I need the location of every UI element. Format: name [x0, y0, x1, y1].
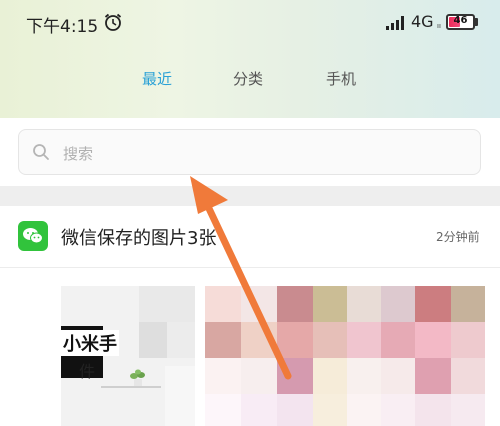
thumbnail-caption-2: 件 [79, 362, 96, 381]
battery-icon: 46 [446, 14, 475, 30]
thumbnail-grid: 小米手 件 [0, 268, 500, 426]
recent-item-title: 微信保存的图片3张 [61, 228, 217, 249]
section-divider [0, 186, 500, 206]
thumbnail-caption: 小米手 [61, 330, 119, 356]
battery-tip [475, 18, 478, 26]
wechat-icon [18, 221, 48, 251]
thumbnail-image-2[interactable] [205, 286, 485, 426]
recent-item-row[interactable]: 微信保存的图片3张 2分钟前 [0, 206, 500, 268]
status-bar: 下午4:15 4G ıı 46 [0, 0, 500, 46]
signal-bars-icon [386, 16, 404, 30]
network-type: 4G [411, 12, 434, 31]
tab-recent[interactable]: 最近 [142, 68, 172, 89]
search-icon [33, 144, 49, 160]
thumbnail-image-1[interactable]: 小米手 件 [61, 286, 195, 426]
alarm-clock-icon [104, 13, 122, 31]
status-time: 下午4:15 [26, 17, 99, 37]
recent-item-time: 2分钟前 [436, 230, 480, 244]
network-activity: ıı [437, 22, 441, 30]
tab-phone[interactable]: 手机 [326, 68, 356, 89]
search-bar[interactable]: 搜索 [18, 129, 481, 175]
shelf-line [101, 386, 161, 388]
tab-bar: 最近 分类 手机 [0, 68, 500, 96]
battery-percent: 46 [453, 15, 468, 26]
search-placeholder: 搜索 [63, 145, 94, 163]
tab-categories[interactable]: 分类 [233, 68, 263, 89]
search-section: 搜索 [0, 118, 500, 186]
